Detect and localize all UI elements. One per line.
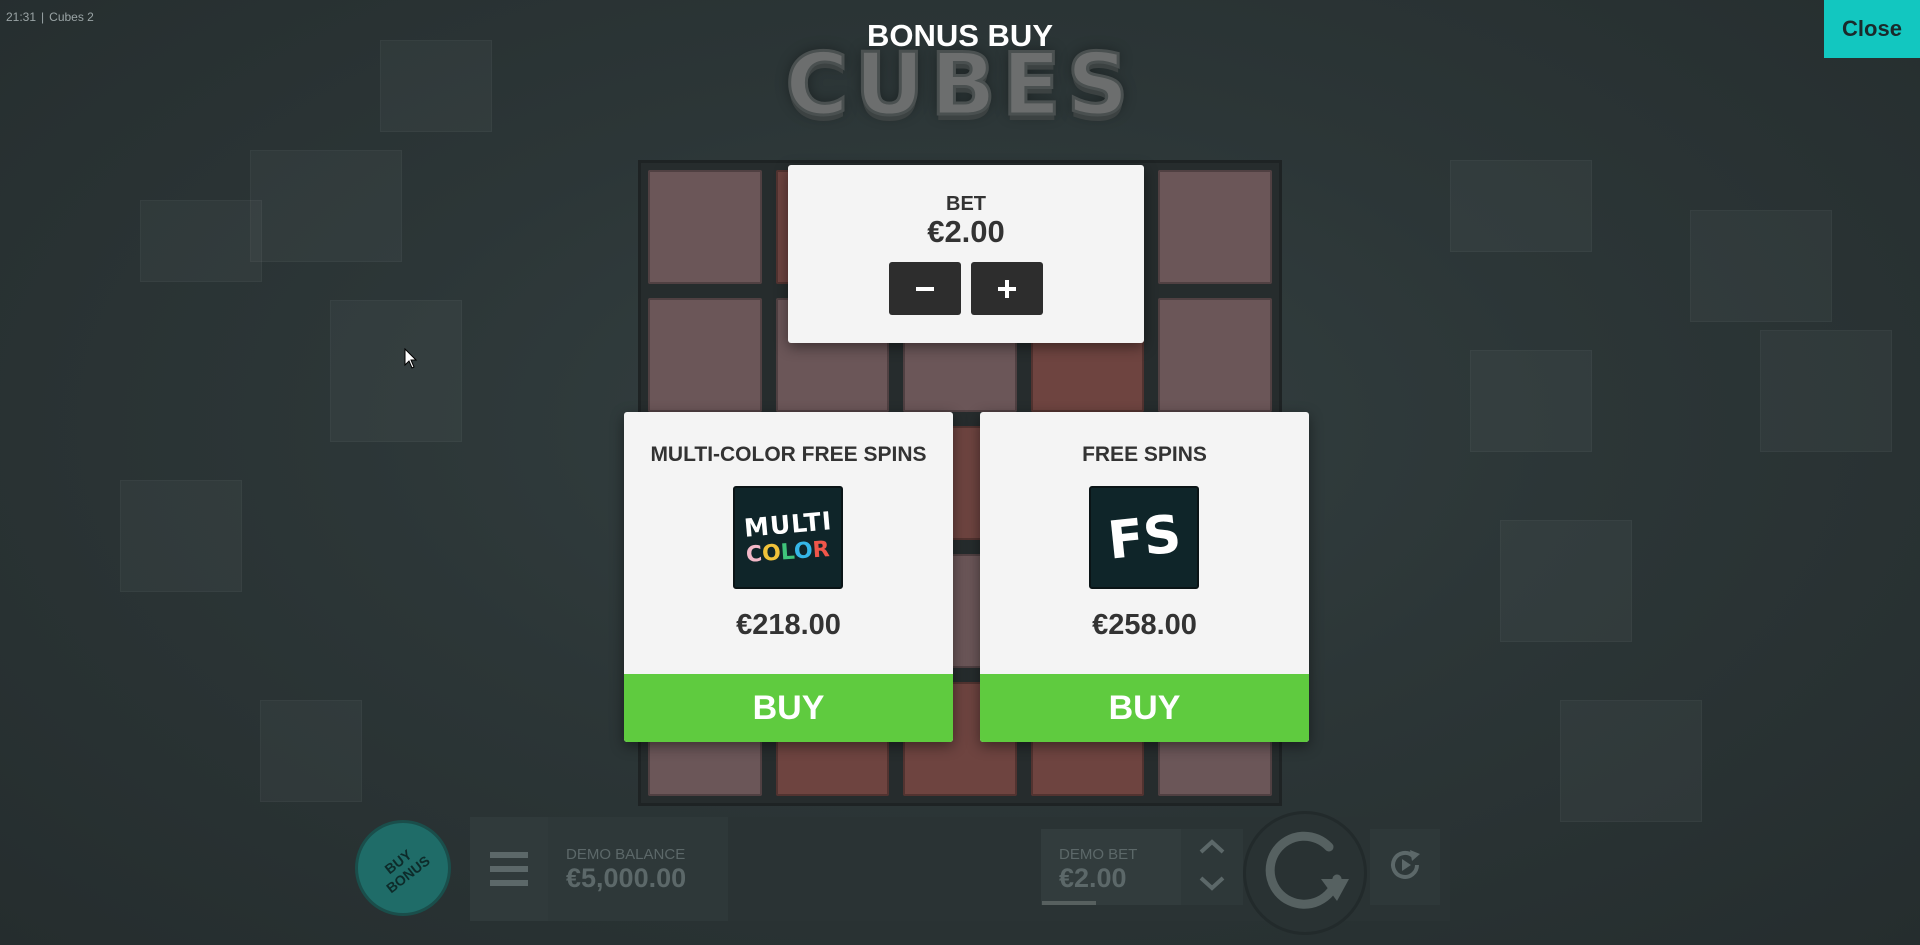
- background-cube: [330, 300, 462, 442]
- reel-cell: [1158, 298, 1272, 412]
- bet-decrease-arrow[interactable]: [1181, 867, 1243, 903]
- spin-arrow-icon: [1257, 823, 1353, 924]
- offer-card-multi-color-free-spins: MULTI-COLOR FREE SPINS MULTI COLOR €218.…: [624, 412, 953, 742]
- reel-cell: [648, 170, 762, 284]
- background-cube: [140, 200, 262, 282]
- autoplay-icon: [1386, 846, 1424, 889]
- bet-increase-button[interactable]: [971, 262, 1043, 315]
- background-cube: [1500, 520, 1632, 642]
- demo-bet: DEMO BET €2.00: [1041, 829, 1181, 905]
- bet-panel: BET €2.00: [788, 165, 1144, 343]
- demo-balance-value: €5,000.00: [566, 863, 687, 893]
- offer-card-free-spins: FREE SPINS FS €258.00 BUY: [980, 412, 1309, 742]
- bonus-buy-title: BONUS BUY: [866, 18, 1053, 53]
- background-cube: [1690, 210, 1832, 322]
- chevron-up-icon: [1198, 838, 1226, 860]
- mouse-cursor-icon: [404, 347, 418, 375]
- menu-button[interactable]: [470, 817, 548, 921]
- offer-price: €218.00: [736, 609, 841, 641]
- free-spins-icon: FS: [1089, 486, 1199, 589]
- buy-bonus-label: BUY BONUS: [381, 846, 433, 897]
- offer-title: FREE SPINS: [1082, 443, 1207, 466]
- offer-price: €258.00: [1092, 609, 1197, 641]
- game-screen: 21:31 | Cubes 2 CUBES BUY BONUS DEMO BAL…: [0, 0, 1920, 945]
- multi-color-icon-text-top: MULTI: [742, 505, 834, 543]
- multi-color-icon-text-bottom: COLOR: [745, 536, 831, 568]
- spin-button[interactable]: [1243, 811, 1367, 935]
- reel-cell: [648, 298, 762, 412]
- close-button[interactable]: Close: [1824, 0, 1920, 58]
- background-cube: [260, 700, 362, 802]
- buy-bonus-button[interactable]: BUY BONUS: [355, 820, 451, 916]
- multi-color-icon: MULTI COLOR: [733, 486, 843, 589]
- demo-bet-value: €2.00: [1059, 863, 1127, 893]
- background-cube: [1470, 350, 1592, 452]
- background-cube: [120, 480, 242, 592]
- bet-increase-arrow[interactable]: [1181, 831, 1243, 867]
- hamburger-menu-icon: [490, 852, 528, 886]
- minus-icon: [915, 269, 935, 308]
- bet-label: BET: [946, 193, 986, 215]
- buy-multi-color-free-spins-button[interactable]: BUY: [624, 674, 953, 742]
- background-cube: [250, 150, 402, 262]
- reel-cell: [1158, 170, 1272, 284]
- bet-decrease-button[interactable]: [889, 262, 961, 315]
- background-cube: [1450, 160, 1592, 252]
- chevron-down-icon: [1198, 875, 1226, 896]
- demo-balance: DEMO BALANCE €5,000.00: [548, 817, 728, 921]
- bet-value: €2.00: [927, 214, 1005, 249]
- background-cube: [1760, 330, 1892, 452]
- plus-icon: [997, 269, 1017, 308]
- demo-bet-label: DEMO BET: [1059, 846, 1138, 863]
- buy-free-spins-button[interactable]: BUY: [980, 674, 1309, 742]
- background-cube: [1560, 700, 1702, 822]
- free-spins-icon-text: FS: [1104, 503, 1184, 572]
- offer-title: MULTI-COLOR FREE SPINS: [650, 443, 927, 466]
- demo-balance-label: DEMO BALANCE: [566, 846, 686, 863]
- autoplay-button[interactable]: [1370, 829, 1440, 905]
- bet-adjust-arrows: [1181, 829, 1243, 905]
- demo-bet-indicator: [1042, 901, 1096, 905]
